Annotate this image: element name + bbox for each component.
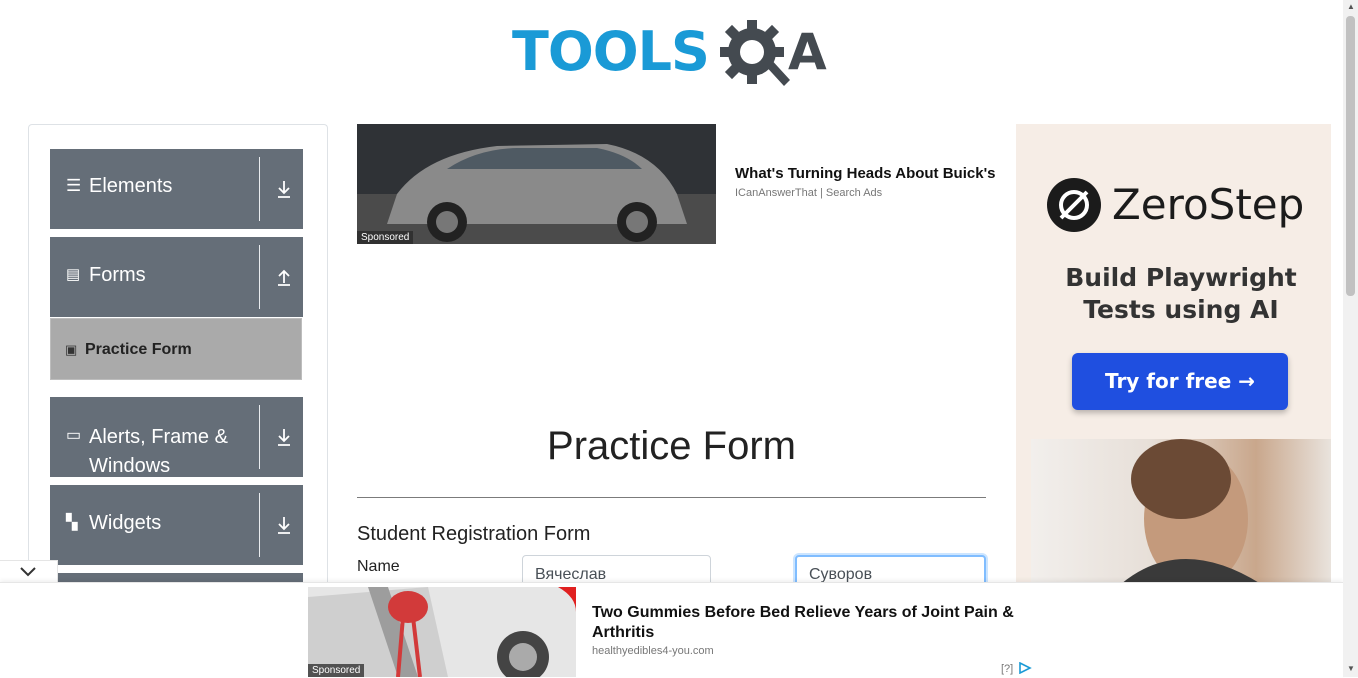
toolsqa-logo[interactable]: TOOLS A <box>512 14 836 92</box>
sidebar-group-alerts[interactable]: ▭ Alerts, Frame & Windows <box>50 397 303 477</box>
browser-window-icon: ▭ <box>66 427 82 444</box>
divider <box>259 493 260 557</box>
zerostep-brand: ZeroStep <box>1112 180 1305 229</box>
sidebar-group-widgets[interactable]: ▚ Widgets <box>50 485 303 565</box>
form-icon: ▣ <box>65 342 78 357</box>
download-icon[interactable] <box>276 427 292 447</box>
upload-icon[interactable] <box>276 267 292 287</box>
gear-magnifier-icon <box>720 20 790 86</box>
sidebar-group-label: Elements <box>89 175 173 197</box>
adchoices-link[interactable]: [?] <box>1001 661 1033 675</box>
hamburger-icon: ☰ <box>66 176 82 195</box>
divider <box>259 245 260 309</box>
ad-source[interactable]: ICanAnswerThat | Search Ads <box>735 187 882 199</box>
page-scrollbar[interactable]: ▲ ▼ <box>1343 0 1358 677</box>
sidebar-group-elements[interactable]: ☰ Elements <box>50 149 303 229</box>
scroll-up-icon[interactable]: ▲ <box>1347 2 1355 11</box>
zerostep-logo-icon <box>1047 178 1101 232</box>
car-image <box>357 124 716 244</box>
bottom-ad-image[interactable]: Sponsored <box>308 587 576 677</box>
document-icon: ▤ <box>66 266 81 283</box>
download-icon[interactable] <box>276 179 292 199</box>
sidebar-group-label: Forms <box>89 264 146 286</box>
adchoices-icon <box>1019 661 1033 675</box>
sidebar-group-label: Alerts, Frame & Windows <box>89 426 228 477</box>
divider <box>259 405 260 469</box>
zerostep-ad[interactable]: ZeroStep Build Playwright Tests using AI … <box>1016 124 1331 584</box>
divider <box>259 157 260 221</box>
widgets-icon: ▚ <box>66 514 78 531</box>
form-subtitle: Student Registration Form <box>357 523 591 545</box>
page-title: Practice Form <box>547 424 796 468</box>
zerostep-headline: Build Playwright Tests using AI <box>1065 263 1297 324</box>
sidebar-item-label: Practice Form <box>85 341 192 358</box>
scroll-down-icon[interactable]: ▼ <box>1347 664 1355 673</box>
divider <box>357 497 986 498</box>
try-for-free-button[interactable]: Try for free → <box>1072 353 1288 410</box>
bottom-ad-source[interactable]: healthyedibles4-you.com <box>592 645 714 657</box>
ad-photo <box>1031 439 1331 584</box>
sidebar-item-practice-form[interactable]: ▣ Practice Form <box>50 318 302 380</box>
sponsored-label: Sponsored <box>308 664 365 677</box>
logo-suffix: A <box>788 23 827 81</box>
adchoices-label: [?] <box>1001 663 1014 675</box>
download-icon[interactable] <box>276 515 292 535</box>
sponsored-label: Sponsored <box>357 231 414 244</box>
sidebar-group-forms[interactable]: ▤ Forms <box>50 237 303 317</box>
sidebar-group-label: Widgets <box>89 512 162 534</box>
ad-car-image[interactable]: Sponsored <box>357 124 716 244</box>
chevron-down-icon <box>20 567 36 577</box>
bottom-ad-title[interactable]: Two Gummies Before Bed Relieve Years of … <box>592 603 1032 643</box>
logo-text: TOOLS <box>512 20 710 83</box>
name-label: Name <box>357 558 400 575</box>
scrollbar-thumb[interactable] <box>1346 16 1355 296</box>
ad-title[interactable]: What's Turning Heads About Buick's <box>735 165 995 182</box>
